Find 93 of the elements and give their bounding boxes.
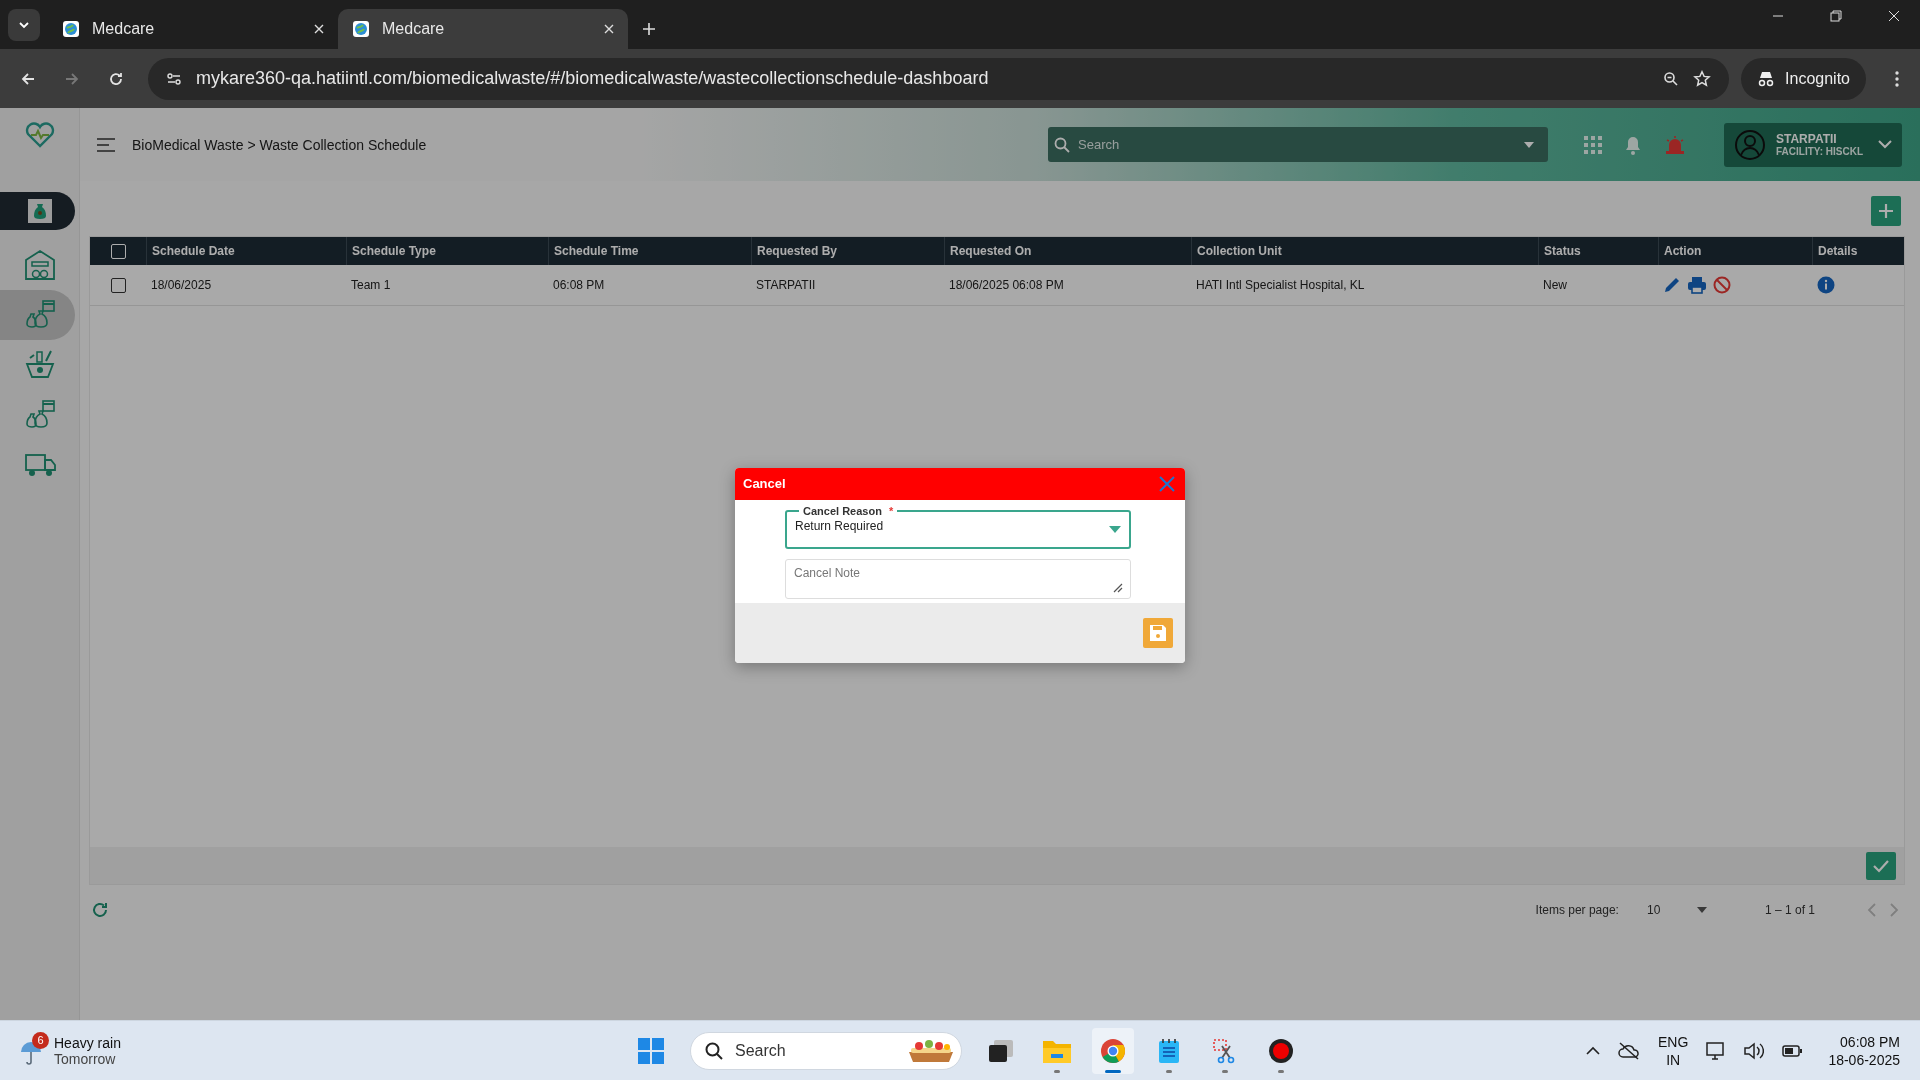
- chevron-down-icon: [18, 21, 30, 29]
- row-checkbox[interactable]: [110, 277, 126, 293]
- warehouse-icon: [23, 249, 56, 281]
- column-header: Schedule Type: [346, 237, 548, 265]
- folder-icon: [1043, 1039, 1071, 1063]
- search-icon: [1054, 136, 1070, 153]
- browser-tab[interactable]: Medcare: [48, 9, 338, 49]
- heart-logo-icon: [24, 122, 55, 148]
- notepad-icon: [1158, 1038, 1180, 1064]
- confirm-button[interactable]: [1866, 851, 1896, 880]
- incognito-icon: [1757, 70, 1776, 87]
- sidebar-item[interactable]: [0, 192, 75, 230]
- cancel-note-input[interactable]: Cancel Note: [785, 558, 1131, 599]
- record-icon: [1268, 1038, 1294, 1064]
- items-per-page-label: Items per page:: [1535, 903, 1619, 917]
- waste-bag-icon: [27, 199, 52, 223]
- restore-icon[interactable]: [1830, 9, 1842, 22]
- medical-waste-basket-icon: [23, 349, 56, 381]
- user-menu[interactable]: STARPATII FACILITY: HISCKL: [1724, 122, 1902, 167]
- column-header: Schedule Date: [146, 237, 346, 265]
- battery-icon[interactable]: [1782, 1044, 1803, 1057]
- info-icon[interactable]: [1817, 276, 1835, 294]
- table-cell-text: HATI Intl Specialist Hospital, KL: [1195, 277, 1366, 294]
- table-cell-text: Team 1: [350, 277, 392, 294]
- weather-subtitle: Tomorrow: [54, 1050, 117, 1067]
- globe-icon: [352, 20, 370, 38]
- task-view-icon: [989, 1040, 1013, 1062]
- truck-icon: [23, 451, 56, 479]
- print-icon[interactable]: [1687, 276, 1707, 294]
- add-button[interactable]: [1871, 196, 1901, 226]
- user-name: STARPATII: [1776, 132, 1838, 146]
- dropdown-caret-icon: [1109, 525, 1121, 533]
- globe-icon: [62, 20, 80, 38]
- table-cell-text: STARPATII: [755, 277, 817, 294]
- bags-calendar-icon: [23, 299, 56, 331]
- taskbar-search-field[interactable]: Search: [690, 1032, 962, 1070]
- menu-icon[interactable]: [1894, 69, 1900, 88]
- food-illustration-icon: [907, 1038, 955, 1064]
- incognito-badge[interactable]: Incognito: [1741, 57, 1866, 100]
- bags-calendar-icon: [23, 399, 56, 431]
- weather-title: Heavy rain: [54, 1034, 121, 1051]
- new-tab-icon[interactable]: [642, 22, 656, 36]
- chevron-down-icon: [1878, 140, 1892, 149]
- language-indicator[interactable]: ENG IN: [1658, 1032, 1689, 1069]
- column-header: Status: [1538, 237, 1658, 265]
- table-cell-text: 18/06/2025 06:08 PM: [948, 277, 1065, 294]
- chevron-up-icon[interactable]: [1586, 1045, 1601, 1056]
- forward-icon[interactable]: [64, 70, 80, 87]
- page-range: 1 – 1 of 1: [1764, 903, 1815, 917]
- reload-icon[interactable]: [108, 70, 124, 87]
- pencil-icon[interactable]: [1663, 276, 1681, 294]
- browser-icon: [1100, 1038, 1126, 1064]
- column-header: Action: [1658, 237, 1812, 265]
- monitor-icon[interactable]: [1706, 1041, 1727, 1060]
- page-size-select[interactable]: 10: [1646, 903, 1707, 917]
- breadcrumb: BioMedical Waste > Waste Collection Schedule: [132, 136, 428, 153]
- browser-tab[interactable]: Medcare: [338, 9, 628, 49]
- column-header: Requested By: [751, 237, 944, 265]
- windows-logo-icon: [638, 1038, 664, 1064]
- column-header: Details: [1812, 237, 1904, 265]
- search-field[interactable]: Search: [1048, 127, 1548, 162]
- table-cell-text: 18/06/2025: [150, 277, 213, 294]
- cancel-icon[interactable]: [1713, 276, 1731, 294]
- facility-label: FACILITY: HISCKL: [1776, 146, 1865, 157]
- check-icon: [1873, 858, 1889, 873]
- zoom-icon[interactable]: [1663, 70, 1680, 87]
- cloud-off-icon[interactable]: [1618, 1041, 1641, 1060]
- table-cell-text: 06:08 PM: [552, 277, 606, 294]
- notification-badge: 6: [32, 1031, 49, 1049]
- dialog-title: Cancel: [743, 476, 786, 491]
- dropdown-caret-icon: [1524, 141, 1534, 148]
- user-avatar-icon: [1734, 128, 1766, 161]
- select-all-checkbox[interactable]: [110, 243, 126, 259]
- search-input[interactable]: Search: [1076, 136, 1518, 153]
- search-icon: [705, 1042, 723, 1060]
- column-header: Schedule Time: [548, 237, 751, 265]
- plus-icon: [1878, 203, 1894, 219]
- dropdown-caret-icon: [1696, 907, 1707, 913]
- address-field[interactable]: mykare360-qa.hatiintl.com/biomedicalwaste/#/biomedicalwaste/wastecollectionschedule-dashboard: [148, 57, 1730, 100]
- back-icon[interactable]: [20, 70, 36, 87]
- tab-search-button[interactable]: [8, 9, 40, 41]
- table-cell-text: New: [1542, 277, 1568, 294]
- menu-icon[interactable]: [96, 137, 116, 152]
- taskbar-search-input[interactable]: Search: [733, 1041, 897, 1061]
- speaker-icon[interactable]: [1744, 1041, 1765, 1060]
- resize-handle-icon[interactable]: [1113, 582, 1123, 593]
- column-header: Requested On: [944, 237, 1191, 265]
- star-icon[interactable]: [1693, 69, 1712, 88]
- clock[interactable]: 06:08 PM 18-06-2025: [1828, 1032, 1900, 1069]
- site-settings-icon[interactable]: [166, 70, 182, 87]
- column-header: Collection Unit: [1191, 237, 1538, 265]
- refresh-icon[interactable]: [91, 901, 109, 919]
- weather-widget[interactable]: 6 Heavy rain Tomorrow: [20, 1034, 320, 1067]
